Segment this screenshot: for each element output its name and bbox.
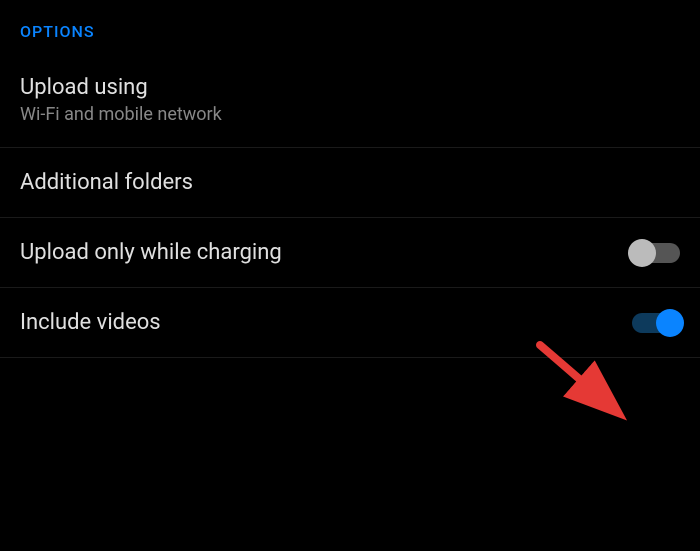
row-title-include-videos: Include videos — [20, 310, 161, 335]
row-title-upload-charging: Upload only while charging — [20, 240, 282, 265]
row-text: Upload only while charging — [20, 240, 282, 265]
settings-list: Upload using Wi-Fi and mobile network Ad… — [0, 53, 700, 358]
toggle-thumb-off — [628, 239, 656, 267]
row-upload-only-while-charging[interactable]: Upload only while charging — [0, 218, 700, 288]
row-upload-using[interactable]: Upload using Wi-Fi and mobile network — [0, 53, 700, 148]
row-subtitle-upload-using: Wi-Fi and mobile network — [20, 104, 222, 125]
section-header-options: OPTIONS — [0, 0, 700, 53]
row-additional-folders[interactable]: Additional folders — [0, 148, 700, 218]
row-include-videos[interactable]: Include videos — [0, 288, 700, 358]
row-text: Additional folders — [20, 170, 193, 195]
row-text: Upload using Wi-Fi and mobile network — [20, 75, 222, 125]
toggle-thumb-on — [656, 309, 684, 337]
row-title-upload-using: Upload using — [20, 75, 222, 100]
row-text: Include videos — [20, 310, 161, 335]
toggle-include-videos[interactable] — [632, 313, 680, 333]
row-title-additional-folders: Additional folders — [20, 170, 193, 195]
toggle-upload-charging[interactable] — [632, 243, 680, 263]
